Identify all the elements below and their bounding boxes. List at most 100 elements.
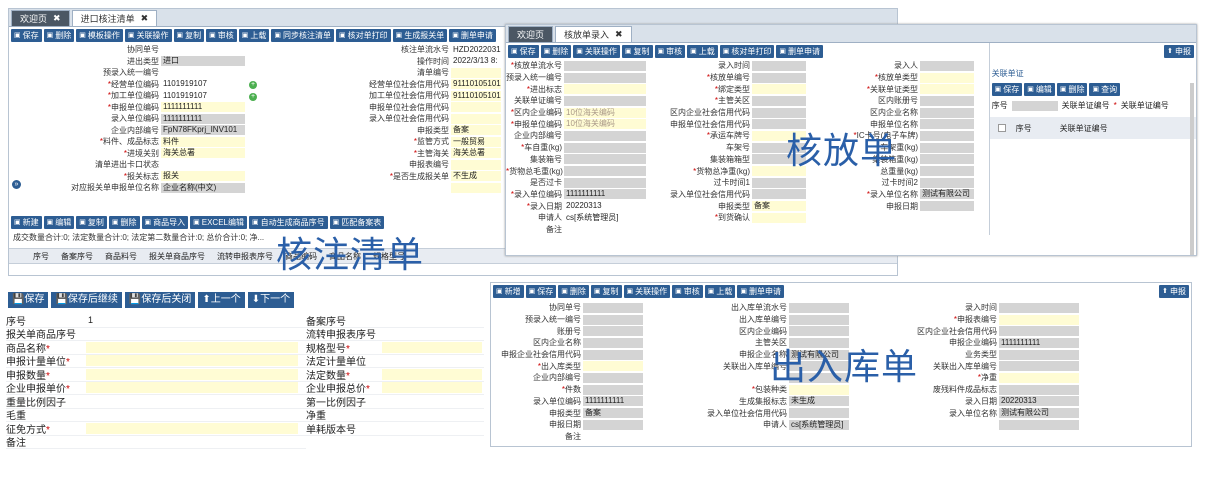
field-input[interactable] (920, 95, 974, 106)
field-input[interactable] (564, 95, 646, 106)
goods-input[interactable]: 1 (86, 315, 298, 326)
field-input[interactable]: 1111111111 (564, 189, 646, 200)
toolbar-button[interactable]: ▣ 删除 (540, 45, 572, 58)
goods-input[interactable] (86, 436, 298, 447)
field-input[interactable]: 一般贸易 (451, 136, 501, 147)
field-input[interactable]: 1101919107 (161, 79, 245, 90)
toolbar-button[interactable]: ▣ 商品导入 (141, 216, 189, 229)
field-input[interactable]: cs[系统管理员] (789, 419, 849, 430)
field-input[interactable]: 海关总署 (161, 148, 245, 159)
field-input[interactable] (564, 72, 646, 83)
field-input[interactable] (999, 314, 1079, 325)
field-input[interactable] (999, 326, 1079, 337)
toolbar-button[interactable]: ▣ 复制 (621, 45, 653, 58)
declare-button[interactable]: ⬆ 申报 (1164, 45, 1194, 58)
goods-input[interactable] (382, 355, 482, 366)
toolbar-button[interactable]: ▣ 查询 (1089, 83, 1121, 96)
goods-input[interactable] (86, 382, 298, 394)
goods-input[interactable] (86, 396, 298, 407)
field-input[interactable] (920, 107, 974, 118)
toolbar-button[interactable]: ▣ 核对单打印 (336, 29, 391, 42)
toolbar-button[interactable]: ▣ 关联操作 (573, 45, 620, 58)
toolbar-button[interactable]: ▣ 复制 (173, 29, 205, 42)
toolbar-button[interactable]: ▣ 编辑 (43, 216, 75, 229)
toolbar-button[interactable]: ▣ 审核 (654, 45, 686, 58)
field-input[interactable] (752, 60, 806, 71)
field-input[interactable] (920, 119, 974, 130)
close-icon[interactable]: ✖ (53, 13, 61, 24)
field-input[interactable]: 91110105101 (451, 79, 501, 90)
toolbar-button[interactable]: ▣ 关联操作 (623, 285, 671, 298)
form-button-0[interactable]: 💾保存 (8, 292, 49, 308)
field-input[interactable] (920, 201, 974, 212)
field-input[interactable] (451, 67, 501, 78)
field-input[interactable]: 进口 (161, 56, 245, 67)
field-input[interactable] (583, 384, 643, 395)
field-input[interactable]: 91110105101 (451, 90, 501, 101)
field-input[interactable] (451, 159, 501, 170)
close-icon[interactable]: ✖ (141, 13, 149, 24)
toolbar-button[interactable]: ▣ 删单申请 (776, 45, 823, 58)
field-input[interactable] (564, 224, 646, 235)
field-input[interactable] (752, 189, 806, 200)
goods-input[interactable] (86, 422, 298, 434)
toolbar-button[interactable]: ▣ 核对单打印 (719, 45, 775, 58)
field-input[interactable]: 20220313 (564, 201, 646, 212)
field-input[interactable] (583, 337, 643, 348)
field-input[interactable] (564, 177, 646, 188)
tab-welcome[interactable]: 欢迎页 ✖ (11, 10, 70, 26)
field-input[interactable] (789, 302, 849, 313)
toolbar-button[interactable]: ▣ 复制 (590, 285, 622, 298)
field-input[interactable] (920, 72, 974, 83)
goods-input[interactable] (382, 328, 482, 339)
add-icon[interactable]: + (249, 92, 257, 101)
field-input[interactable] (564, 166, 646, 177)
field-input[interactable]: 10位海关编码 (564, 107, 646, 118)
field-input[interactable] (583, 326, 643, 337)
field-input[interactable] (999, 302, 1079, 313)
toolbar-button[interactable]: ▣ 同步核注清单 (271, 29, 334, 42)
goods-input[interactable] (382, 409, 482, 420)
field-input[interactable]: 10位海关编码 (564, 119, 646, 130)
form-button-1[interactable]: 💾保存后继续 (51, 292, 122, 308)
goods-input[interactable] (86, 328, 298, 339)
field-input[interactable] (789, 314, 849, 325)
field-input[interactable]: 1111111111 (161, 102, 245, 113)
toolbar-button[interactable]: ▣ 新建 (11, 216, 42, 229)
field-input[interactable]: 报关 (161, 171, 245, 182)
goods-input[interactable] (382, 368, 482, 380)
field-input[interactable] (789, 408, 849, 419)
goods-input[interactable] (86, 341, 298, 353)
form-button-2[interactable]: 💾保存后关闭 (124, 292, 196, 308)
field-input[interactable] (999, 349, 1079, 360)
expand-icon[interactable]: » (12, 180, 21, 189)
tab-welcome[interactable]: 欢迎页 (508, 26, 554, 42)
goods-input[interactable] (86, 355, 298, 367)
field-input[interactable] (564, 130, 646, 141)
field-input[interactable]: cs[系统管理员] (564, 212, 646, 223)
goods-input[interactable] (382, 315, 482, 326)
field-input[interactable]: 1111111111 (999, 337, 1079, 348)
field-input[interactable] (752, 212, 806, 223)
field-input[interactable]: 1111111111 (161, 113, 245, 124)
field-input[interactable]: 备案 (583, 408, 643, 419)
toolbar-button[interactable]: ▣ 删除 (1056, 83, 1088, 96)
field-input[interactable] (920, 130, 974, 141)
scrollbar[interactable] (1190, 83, 1194, 255)
field-input[interactable] (161, 67, 245, 78)
field-input[interactable] (752, 107, 806, 118)
field-input[interactable]: 测试有限公司 (920, 189, 974, 200)
goods-input[interactable] (86, 368, 298, 380)
field-input[interactable]: 测试有限公司 (999, 408, 1079, 419)
toolbar-button[interactable]: ▣ 删除 (558, 285, 589, 298)
field-input[interactable] (583, 302, 643, 313)
toolbar-button[interactable]: ▣ 删单申请 (737, 285, 784, 298)
toolbar-button[interactable]: ▣ 删除 (108, 216, 140, 229)
field-input[interactable] (583, 314, 643, 325)
field-input[interactable] (583, 419, 643, 430)
toolbar-button[interactable]: ▣ 新增 (493, 285, 524, 298)
toolbar-button[interactable]: ▣ 模板操作 (76, 29, 123, 42)
field-input[interactable]: 海关总署 (451, 148, 501, 159)
field-input[interactable] (999, 419, 1079, 430)
field-input[interactable] (920, 177, 974, 188)
